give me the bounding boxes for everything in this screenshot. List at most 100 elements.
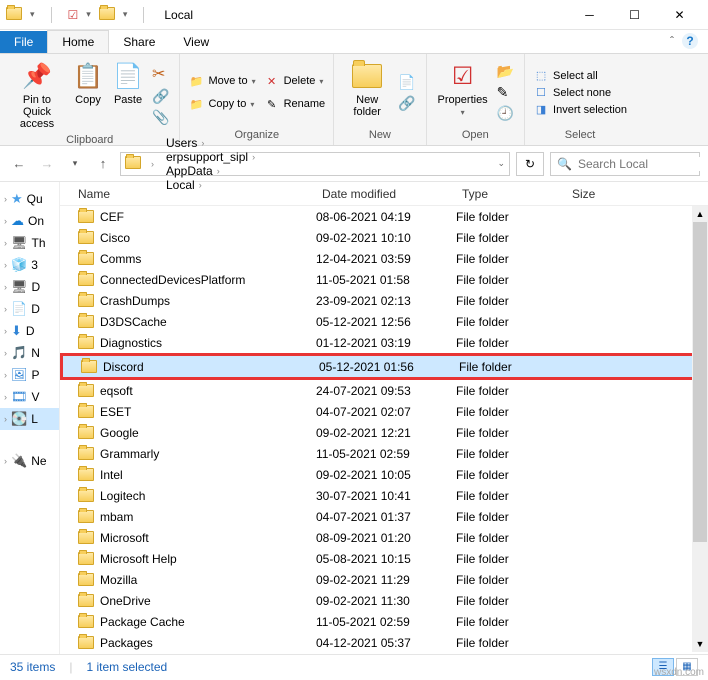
copy-path-icon[interactable]: 🔗 — [150, 86, 171, 107]
table-row[interactable]: OneDrive09-02-2021 11:30File folder — [60, 590, 708, 611]
table-row[interactable]: mbam04-07-2021 01:37File folder — [60, 506, 708, 527]
search-input[interactable] — [578, 157, 708, 171]
nav-item[interactable]: ›🎵N — [0, 342, 59, 364]
table-row[interactable]: Packages04-12-2021 05:37File folder — [60, 632, 708, 652]
easy-access-icon[interactable]: 🔗 — [396, 93, 417, 114]
maximize-button[interactable]: ☐ — [612, 0, 657, 30]
table-row[interactable]: Comms12-04-2021 03:59File folder — [60, 248, 708, 269]
selectall-button[interactable]: ⬚Select all — [533, 67, 627, 84]
table-row[interactable]: Mozilla09-02-2021 11:29File folder — [60, 569, 708, 590]
tab-share[interactable]: Share — [109, 31, 169, 53]
up-button[interactable]: ↑ — [92, 153, 114, 175]
ribbon-tabs: File Home Share View ˆ ? — [0, 30, 708, 54]
crumb-appdata[interactable]: AppData› — [164, 164, 261, 178]
close-button[interactable]: ✕ — [657, 0, 702, 30]
table-row[interactable]: Package Cache11-05-2021 02:59File folder — [60, 611, 708, 632]
paste-shortcut-icon[interactable]: 📎 — [150, 107, 171, 128]
col-date[interactable]: Date modified — [316, 187, 456, 201]
nav-item[interactable]: ›★Qu — [0, 188, 59, 210]
moveto-icon: 📁 — [188, 75, 204, 88]
history-icon[interactable]: 🕘 — [495, 103, 516, 124]
table-row[interactable]: Intel09-02-2021 10:05File folder — [60, 464, 708, 485]
nav-item[interactable]: ›💽L — [0, 408, 59, 430]
col-size[interactable]: Size — [566, 187, 636, 201]
recent-dropdown[interactable]: ▾ — [64, 153, 86, 175]
new-item-icon[interactable]: 📄 — [396, 72, 417, 93]
table-row[interactable]: Microsoft Help05-08-2021 10:15File folde… — [60, 548, 708, 569]
nav-item[interactable]: ›🖥Th — [0, 232, 59, 254]
nav-item[interactable]: ›🧊3 — [0, 254, 59, 276]
newfolder-label: New folder — [346, 94, 388, 118]
col-name[interactable]: Name — [60, 187, 316, 201]
nav-item[interactable] — [0, 430, 59, 450]
nav-item[interactable]: ›🖥D — [0, 276, 59, 298]
scroll-thumb[interactable] — [693, 222, 707, 542]
moveto-button[interactable]: 📁Move to ▾ — [188, 73, 255, 90]
table-row[interactable]: Discord05-12-2021 01:56File folder — [60, 353, 708, 380]
group-open: ☑ Properties ▾ 📂 ✎ 🕘 Open — [427, 54, 525, 145]
open-icon[interactable]: 📂 — [495, 61, 516, 82]
nav-item[interactable]: ›📄D — [0, 298, 59, 320]
nav-item[interactable]: ›☁On — [0, 210, 59, 232]
table-row[interactable]: eqsoft24-07-2021 09:53File folder — [60, 380, 708, 401]
refresh-button[interactable]: ↻ — [516, 152, 544, 176]
selectall-icon: ⬚ — [533, 69, 549, 82]
table-row[interactable]: D3DSCache05-12-2021 12:56File folder — [60, 311, 708, 332]
table-row[interactable]: Grammarly11-05-2021 02:59File folder — [60, 443, 708, 464]
paste-button[interactable]: 📄 Paste — [110, 58, 146, 132]
nav-item[interactable]: ›🎞V — [0, 386, 59, 408]
forward-button[interactable]: → — [36, 153, 58, 175]
new-extra: 📄 🔗 — [396, 58, 417, 127]
help-icon[interactable]: ? — [682, 33, 698, 49]
folder-icon — [125, 156, 141, 172]
back-button[interactable]: ← — [8, 153, 30, 175]
table-row[interactable]: Diagnostics01-12-2021 03:19File folder — [60, 332, 708, 353]
col-type[interactable]: Type — [456, 187, 566, 201]
tab-view[interactable]: View — [169, 31, 223, 53]
table-row[interactable]: Google09-02-2021 12:21File folder — [60, 422, 708, 443]
qat-down-icon[interactable]: ▾ — [30, 9, 35, 20]
table-row[interactable]: Cisco09-02-2021 10:10File folder — [60, 227, 708, 248]
selectnone-button[interactable]: ☐Select none — [533, 84, 627, 101]
collapse-ribbon-icon[interactable]: ˆ — [670, 34, 674, 48]
pin-button[interactable]: 📌 Pin to Quick access — [8, 58, 66, 132]
scrollbar[interactable]: ▲ ▼ — [692, 206, 708, 652]
qat-down-icon-3[interactable]: ▾ — [123, 9, 128, 20]
file-list: Name Date modified Type Size CEF08-06-20… — [60, 182, 708, 654]
crumb-users[interactable]: Users› — [164, 136, 261, 150]
tab-home[interactable]: Home — [47, 30, 109, 53]
nav-item[interactable]: ›⬇D — [0, 320, 59, 342]
rename-button[interactable]: ✎Rename — [264, 96, 326, 113]
table-row[interactable]: ESET04-07-2021 02:07File folder — [60, 401, 708, 422]
clipboard-extra: ✂ 🔗 📎 — [150, 58, 171, 132]
scroll-up-icon[interactable]: ▲ — [696, 206, 705, 222]
delete-button[interactable]: ✕Delete ▾ — [264, 73, 326, 90]
table-row[interactable]: CEF08-06-2021 04:19File folder — [60, 206, 708, 227]
copyto-icon: 📁 — [188, 98, 204, 111]
cut-icon[interactable]: ✂ — [150, 62, 171, 86]
column-headers[interactable]: Name Date modified Type Size — [60, 182, 708, 206]
qat-down-icon-2[interactable]: ▾ — [86, 9, 91, 20]
nav-tree[interactable]: ›★Qu›☁On›🖥Th›🧊3›🖥D›📄D›⬇D›🎵N›🖼P›🎞V›💽L ›🔌N… — [0, 182, 60, 654]
search-box[interactable]: 🔍 — [550, 152, 700, 176]
group-label-clipboard: Clipboard — [66, 132, 113, 150]
minimize-button[interactable]: ─ — [567, 0, 612, 30]
address-box[interactable]: › Users›erpsupport_sipl›AppData›Local› ⌄ — [120, 152, 510, 176]
properties-button[interactable]: ☑ Properties ▾ — [435, 58, 491, 127]
crumb-erpsupport_sipl[interactable]: erpsupport_sipl› — [164, 150, 261, 164]
copy-button[interactable]: 📋 Copy — [70, 58, 106, 132]
invert-button[interactable]: ◨Invert selection — [533, 101, 627, 118]
table-row[interactable]: ConnectedDevicesPlatform11-05-2021 01:58… — [60, 269, 708, 290]
copyto-button[interactable]: 📁Copy to ▾ — [188, 96, 255, 113]
table-row[interactable]: Microsoft08-09-2021 01:20File folder — [60, 527, 708, 548]
newfolder-button[interactable]: New folder — [342, 58, 392, 127]
properties-label: Properties — [438, 94, 488, 106]
tab-file[interactable]: File — [0, 31, 47, 53]
scroll-down-icon[interactable]: ▼ — [696, 636, 705, 652]
nav-item[interactable]: ›🖼P — [0, 364, 59, 386]
edit-icon[interactable]: ✎ — [495, 82, 516, 103]
table-row[interactable]: Logitech30-07-2021 10:41File folder — [60, 485, 708, 506]
checkbox-icon[interactable]: ☑ — [68, 8, 79, 22]
table-row[interactable]: CrashDumps23-09-2021 02:13File folder — [60, 290, 708, 311]
nav-item[interactable]: ›🔌Ne — [0, 450, 59, 472]
